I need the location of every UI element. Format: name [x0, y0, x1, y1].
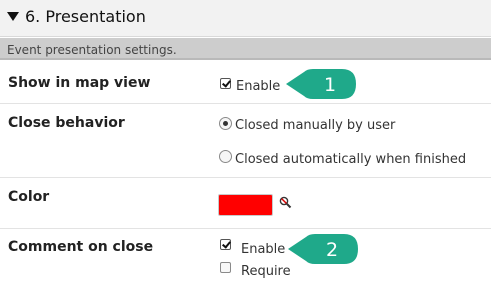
- callout-badge-2: 2: [288, 234, 358, 264]
- callout-number-1: 1: [324, 74, 336, 96]
- row-divider: [0, 228, 491, 229]
- label-close-behavior: Close behavior: [8, 115, 125, 131]
- section-description: Event presentation settings.: [7, 43, 177, 57]
- callout-badge-1: 1: [286, 69, 356, 99]
- radio-closed-automatically[interactable]: [219, 150, 232, 163]
- section-header[interactable]: 6. Presentation: [0, 0, 491, 37]
- row-divider: [0, 103, 491, 104]
- label-comment-on-close: Comment on close: [8, 239, 154, 255]
- comment-enable-checkbox[interactable]: [220, 239, 231, 250]
- radio-closed-manually[interactable]: [219, 117, 232, 130]
- collapse-triangle-icon[interactable]: [7, 12, 19, 21]
- map-view-enable-label[interactable]: Enable: [236, 79, 280, 94]
- comment-require-label[interactable]: Require: [241, 264, 291, 279]
- radio-closed-automatically-label[interactable]: Closed automatically when finished: [235, 152, 466, 167]
- callout-number-2: 2: [326, 239, 338, 261]
- color-picker-icon[interactable]: [278, 195, 292, 209]
- label-color: Color: [8, 189, 50, 205]
- section-title: 6. Presentation: [25, 7, 146, 26]
- map-view-enable-checkbox[interactable]: [220, 78, 231, 89]
- color-swatch[interactable]: [218, 194, 273, 216]
- radio-closed-manually-label[interactable]: Closed manually by user: [235, 118, 395, 133]
- comment-require-checkbox[interactable]: [220, 262, 231, 273]
- row-divider: [0, 177, 491, 178]
- label-show-in-map-view: Show in map view: [8, 75, 151, 91]
- comment-enable-label[interactable]: Enable: [241, 242, 285, 257]
